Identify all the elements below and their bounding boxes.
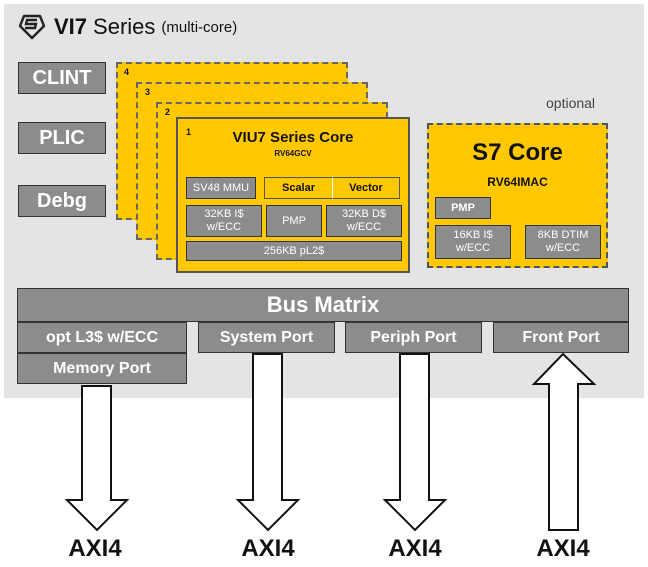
memory-port-arrow-icon: [64, 385, 130, 532]
axi4-label-front: AXI4: [536, 535, 590, 562]
front-port-arrow-icon: [531, 352, 597, 531]
periph-port-arrow-icon: [382, 353, 448, 532]
axi4-label-memory: AXI4: [68, 535, 122, 562]
axi4-label-system: AXI4: [241, 535, 295, 562]
arrows-layer: [64, 352, 597, 532]
system-port-arrow-icon: [235, 353, 301, 532]
axi4-label-periph: AXI4: [388, 535, 442, 562]
